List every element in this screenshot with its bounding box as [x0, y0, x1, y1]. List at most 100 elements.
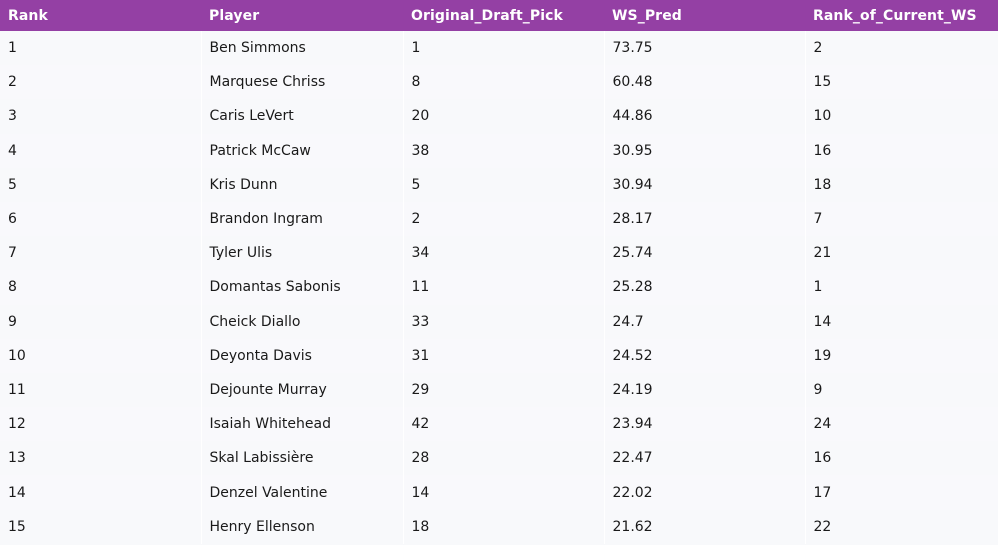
rank-of-current-ws-cell: 1	[805, 270, 998, 305]
original-draft-pick-cell: 2	[403, 201, 605, 237]
table-row: 14 Denzel Valentine 14 22.02 17	[0, 475, 998, 510]
rank-cell: 7	[0, 236, 202, 271]
table-body: 1 Ben Simmons 1 73.75 2 2 Marquese Chriss 8 60.4…	[0, 31, 998, 544]
ws-pred-cell: 28.17	[604, 201, 806, 237]
original-draft-pick-cell: 1	[403, 31, 605, 66]
ws-pred-cell: 30.95	[604, 133, 806, 168]
original-draft-pick-cell: 34	[403, 236, 605, 271]
ws-pred-cell: 24.19	[604, 372, 806, 408]
rank-cell: 3	[0, 99, 202, 134]
table-row: 12 Isaiah Whitehead 42 23.94 24	[0, 407, 998, 442]
rank-of-current-ws-cell: 14	[805, 304, 998, 339]
ws-pred-cell: 25.74	[604, 236, 806, 271]
rank-cell: 2	[0, 65, 202, 100]
table-row: 8 Domantas Sabonis 11 25.28 1	[0, 270, 998, 305]
player-cell: Dejounte Murray	[201, 372, 404, 408]
table-row: 4 Patrick McCaw 38 30.95 16	[0, 133, 998, 168]
rank-cell: 1	[0, 31, 202, 66]
player-cell: Cheick Diallo	[201, 304, 404, 339]
original-draft-pick-cell: 33	[403, 304, 605, 339]
original-draft-pick-cell: 38	[403, 133, 605, 168]
player-cell: Deyonta Davis	[201, 338, 404, 373]
ws-pred-cell: 21.62	[604, 509, 806, 544]
ws-pred-cell: 24.7	[604, 304, 806, 339]
rank-cell: 6	[0, 201, 202, 237]
player-ws-table: Rank Player Original_Draft_Pick WS_Pred …	[0, 0, 998, 544]
ws-pred-cell: 23.94	[604, 407, 806, 442]
table-header: Rank Player Original_Draft_Pick WS_Pred …	[0, 0, 998, 31]
ws-pred-cell: 25.28	[604, 270, 806, 305]
player-cell: Tyler Ulis	[201, 236, 404, 271]
ws-pred-cell: 24.52	[604, 338, 806, 373]
data-table-container: Rank Player Original_Draft_Pick WS_Pred …	[0, 0, 998, 545]
rank-cell: 10	[0, 338, 202, 373]
rank-of-current-ws-cell: 22	[805, 509, 998, 544]
rank-of-current-ws-cell: 9	[805, 372, 998, 408]
rank-of-current-ws-cell: 15	[805, 65, 998, 100]
table-row: 13 Skal Labissière 28 22.47 16	[0, 441, 998, 476]
player-cell: Kris Dunn	[201, 167, 404, 202]
rank-of-current-ws-cell: 19	[805, 338, 998, 373]
original-draft-pick-cell: 28	[403, 441, 605, 476]
rank-cell: 4	[0, 133, 202, 168]
player-cell: Domantas Sabonis	[201, 270, 404, 305]
ws-pred-cell: 30.94	[604, 167, 806, 202]
column-header-rank-of-current-ws[interactable]: Rank_of_Current_WS	[805, 0, 998, 31]
rank-of-current-ws-cell: 17	[805, 475, 998, 510]
ws-pred-cell: 44.86	[604, 99, 806, 134]
ws-pred-cell: 60.48	[604, 65, 806, 100]
rank-cell: 14	[0, 475, 202, 510]
rank-of-current-ws-cell: 21	[805, 236, 998, 271]
player-cell: Skal Labissière	[201, 441, 404, 476]
rank-of-current-ws-cell: 10	[805, 99, 998, 134]
rank-of-current-ws-cell: 7	[805, 201, 998, 237]
rank-of-current-ws-cell: 2	[805, 31, 998, 66]
ws-pred-cell: 22.47	[604, 441, 806, 476]
table-row: 11 Dejounte Murray 29 24.19 9	[0, 372, 998, 408]
column-header-original-draft-pick[interactable]: Original_Draft_Pick	[403, 0, 604, 31]
table-row: 2 Marquese Chriss 8 60.48 15	[0, 65, 998, 100]
rank-of-current-ws-cell: 16	[805, 441, 998, 476]
original-draft-pick-cell: 20	[403, 99, 605, 134]
rank-cell: 9	[0, 304, 202, 339]
rank-cell: 13	[0, 441, 202, 476]
player-cell: Denzel Valentine	[201, 475, 404, 510]
rank-cell: 5	[0, 167, 202, 202]
rank-of-current-ws-cell: 16	[805, 133, 998, 168]
rank-cell: 15	[0, 509, 202, 544]
table-row: 1 Ben Simmons 1 73.75 2	[0, 31, 998, 66]
table-row: 5 Kris Dunn 5 30.94 18	[0, 167, 998, 202]
original-draft-pick-cell: 29	[403, 372, 605, 408]
original-draft-pick-cell: 14	[403, 475, 605, 510]
rank-cell: 11	[0, 372, 202, 408]
original-draft-pick-cell: 42	[403, 407, 605, 442]
player-cell: Isaiah Whitehead	[201, 407, 404, 442]
player-cell: Henry Ellenson	[201, 509, 404, 544]
player-cell: Ben Simmons	[201, 31, 404, 66]
column-header-ws-pred[interactable]: WS_Pred	[604, 0, 805, 31]
table-row: 3 Caris LeVert 20 44.86 10	[0, 99, 998, 134]
original-draft-pick-cell: 8	[403, 65, 605, 100]
rank-cell: 12	[0, 407, 202, 442]
player-cell: Brandon Ingram	[201, 201, 404, 237]
table-row: 10 Deyonta Davis 31 24.52 19	[0, 338, 998, 373]
table-row: 9 Cheick Diallo 33 24.7 14	[0, 304, 998, 339]
rank-of-current-ws-cell: 24	[805, 407, 998, 442]
original-draft-pick-cell: 5	[403, 167, 605, 202]
table-row: 6 Brandon Ingram 2 28.17 7	[0, 201, 998, 237]
player-cell: Patrick McCaw	[201, 133, 404, 168]
table-row: 15 Henry Ellenson 18 21.62 22	[0, 509, 998, 544]
table-row: 7 Tyler Ulis 34 25.74 21	[0, 236, 998, 271]
ws-pred-cell: 73.75	[604, 31, 806, 66]
ws-pred-cell: 22.02	[604, 475, 806, 510]
column-header-rank[interactable]: Rank	[0, 0, 201, 31]
original-draft-pick-cell: 31	[403, 338, 605, 373]
column-header-player[interactable]: Player	[201, 0, 403, 31]
player-cell: Caris LeVert	[201, 99, 404, 134]
player-cell: Marquese Chriss	[201, 65, 404, 100]
rank-of-current-ws-cell: 18	[805, 167, 998, 202]
header-row: Rank Player Original_Draft_Pick WS_Pred …	[0, 0, 998, 31]
original-draft-pick-cell: 18	[403, 509, 605, 544]
original-draft-pick-cell: 11	[403, 270, 605, 305]
rank-cell: 8	[0, 270, 202, 305]
